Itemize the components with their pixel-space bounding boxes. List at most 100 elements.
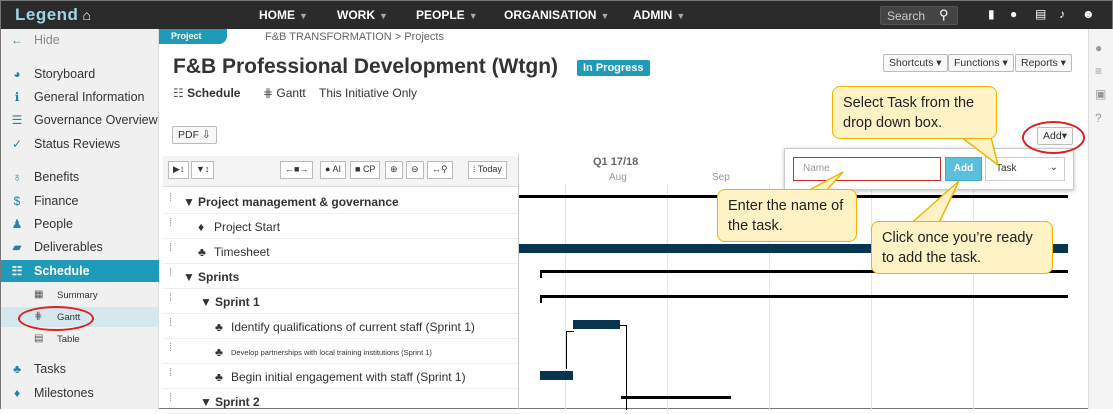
task-row[interactable]: ⁞ ♣ Timesheet	[163, 239, 518, 264]
task-row[interactable]: ⁞ ♣ Begin initial engagement with staff (S…	[163, 364, 518, 389]
fit-icon[interactable]: ↔⚲	[427, 161, 453, 179]
page-title: F&B Professional Development (Wtgn)	[173, 55, 559, 78]
add-task-popup: Name Add Task ⌄	[784, 148, 1074, 190]
today-button[interactable]: ⁞ Today	[468, 161, 507, 179]
app-logo[interactable]: Legend ⌂	[15, 5, 91, 25]
sidebar-item-status-reviews[interactable]: ✓ Status Reviews	[1, 133, 159, 155]
check-icon: ✓	[11, 137, 23, 151]
truck-icon: ▰	[12, 240, 22, 254]
callout-select-task: Select Task from the drop down box.	[832, 86, 997, 139]
gantt-view-link[interactable]: ⋕ Gantt	[263, 86, 306, 100]
sidebar-item-deliverables[interactable]: ▰ Deliverables	[1, 236, 159, 258]
callout-click-add: Click once you’re ready to add the task.	[871, 221, 1053, 274]
quarter-label: Q1 17/18	[593, 156, 639, 168]
add-task-button[interactable]: Add	[945, 157, 982, 181]
task-bar[interactable]	[573, 320, 620, 329]
governance-icon: ☰	[11, 113, 23, 127]
task-row[interactable]: ⁞ ▼ Sprint 1	[163, 289, 518, 314]
task-icon: ♣	[215, 320, 223, 334]
ai-button[interactable]: ● AI	[320, 161, 346, 179]
shortcuts-button[interactable]: Shortcuts ▾	[883, 54, 948, 72]
schedule-view-label: ☷ Schedule	[173, 86, 241, 100]
palette-icon: ◕	[13, 67, 21, 81]
zoom-out-icon[interactable]: ⊖	[406, 161, 424, 179]
award-icon: ♁	[12, 170, 22, 184]
cp-button[interactable]: ■ CP	[350, 161, 381, 179]
gantt-icon: ⋕	[263, 86, 274, 100]
home-icon[interactable]: ⌂	[82, 7, 91, 23]
task-bar[interactable]	[540, 371, 573, 380]
sidebar-item-benefits[interactable]: ♁ Benefits	[1, 166, 159, 188]
dollar-icon: $	[13, 194, 21, 208]
task-icon: ♣	[215, 345, 223, 359]
task-row[interactable]: ⁞ ♣ Identify qualifications of current sta…	[163, 314, 518, 339]
info-icon: ℹ	[14, 90, 20, 104]
month-label: Aug	[609, 172, 627, 183]
summary-bar[interactable]	[540, 295, 1068, 298]
task-row[interactable]: ⁞ ▼ Sprint 2	[163, 389, 518, 414]
highlight-oval	[18, 306, 94, 331]
task-row[interactable]: ⁞ ▼ Project management & governance	[163, 189, 518, 214]
nav-organisation[interactable]: ORGANISATION ▼	[504, 8, 609, 22]
document-icon[interactable]: ▤	[1035, 7, 1046, 21]
task-row[interactable]: ⁞ ▼ Sprints	[163, 264, 518, 289]
tasks-icon: ♣	[13, 362, 21, 376]
sidebar-item-milestones[interactable]: ♦ Milestones	[1, 382, 159, 404]
nav-people[interactable]: PEOPLE ▼	[416, 8, 478, 22]
nav-admin[interactable]: ADMIN ▼	[633, 8, 685, 22]
sidebar-subitem-table[interactable]: ▤ Table	[1, 329, 159, 349]
list-icon[interactable]: ≡	[1095, 64, 1102, 78]
help-icon[interactable]: ?	[1095, 111, 1102, 125]
sidebar: ← Hide ◕ Storyboard ℹ General Information ☰…	[1, 29, 159, 409]
schedule-icon: ☷	[173, 86, 184, 100]
highlight-oval	[1022, 121, 1085, 154]
month-label: Sep	[712, 172, 730, 183]
gantt-toolbar: ▶↕ ▼↕ ←■→ ● AI ■ CP ⊕ ⊖ ↔⚲ ⁞ Today	[163, 156, 518, 187]
callout-enter-name: Enter the name of the task.	[717, 189, 857, 242]
indent-button[interactable]: ▶↕	[168, 161, 190, 179]
task-icon: ♣	[198, 245, 206, 259]
sidebar-item-finance[interactable]: $ Finance	[1, 190, 159, 212]
top-nav-bar: Legend ⌂ HOME ▼ WORK ▼ PEOPLE ▼ ORGANISATION…	[1, 1, 1112, 29]
chevron-down-icon: ⌄	[1049, 162, 1058, 173]
diamond-icon: ♦	[13, 386, 21, 400]
sidebar-item-schedule[interactable]: ☷ Schedule	[1, 260, 159, 282]
user-icon[interactable]: ☻	[1082, 7, 1095, 21]
nav-work[interactable]: WORK ▼	[337, 8, 388, 22]
milestone-icon: ♦	[198, 220, 205, 234]
functions-button[interactable]: Functions ▾	[948, 54, 1014, 72]
bell-icon[interactable]: ♪	[1059, 7, 1065, 21]
sidebar-item-people[interactable]: ♟ People	[1, 213, 159, 235]
lock-icon[interactable]: ▣	[1095, 87, 1106, 101]
task-type-select[interactable]: Task ⌄	[985, 157, 1065, 181]
project-tag: Project	[159, 29, 227, 44]
sidebar-item-tasks[interactable]: ♣ Tasks	[1, 358, 159, 380]
sidebar-item-governance-overview[interactable]: ☰ Governance Overview	[1, 109, 159, 131]
outdent-button[interactable]: ▼↕	[191, 161, 215, 179]
zoom-range-button[interactable]: ←■→	[280, 161, 314, 179]
sidebar-subitem-summary[interactable]: ▦ Summary	[1, 285, 159, 305]
search-input[interactable]: Search ⚲	[880, 6, 958, 25]
summary-bar[interactable]	[621, 396, 731, 399]
nav-home[interactable]: HOME ▼	[259, 8, 308, 22]
sidebar-item-storyboard[interactable]: ◕ Storyboard	[1, 63, 159, 85]
zoom-in-icon[interactable]: ⊕	[385, 161, 403, 179]
breadcrumb[interactable]: F&B TRANSFORMATION > Projects	[265, 31, 444, 43]
task-name-input[interactable]: Name	[793, 157, 941, 181]
pdf-button[interactable]: PDF ⇩	[172, 126, 217, 144]
comment-icon[interactable]: ●	[1095, 41, 1102, 55]
table-icon: ▤	[34, 333, 44, 344]
bookmark-icon[interactable]: ▮	[988, 7, 995, 21]
search-icon[interactable]: ⚲	[939, 7, 949, 23]
schedule-icon: ☷	[11, 264, 23, 278]
sidebar-hide[interactable]: ← Hide	[1, 29, 159, 51]
task-row[interactable]: ⁞ ♦ Project Start	[163, 214, 518, 239]
scope-filter[interactable]: This Initiative Only	[319, 86, 417, 100]
task-icon: ♣	[215, 370, 223, 384]
reports-button[interactable]: Reports ▾	[1015, 54, 1072, 72]
task-row[interactable]: ⁞ ♣ Develop partnerships with local traini…	[163, 339, 518, 364]
summary-icon: ▦	[34, 289, 44, 300]
sidebar-item-general-information[interactable]: ℹ General Information	[1, 86, 159, 108]
chat-icon[interactable]: ●	[1010, 7, 1017, 21]
people-icon: ♟	[11, 217, 23, 231]
